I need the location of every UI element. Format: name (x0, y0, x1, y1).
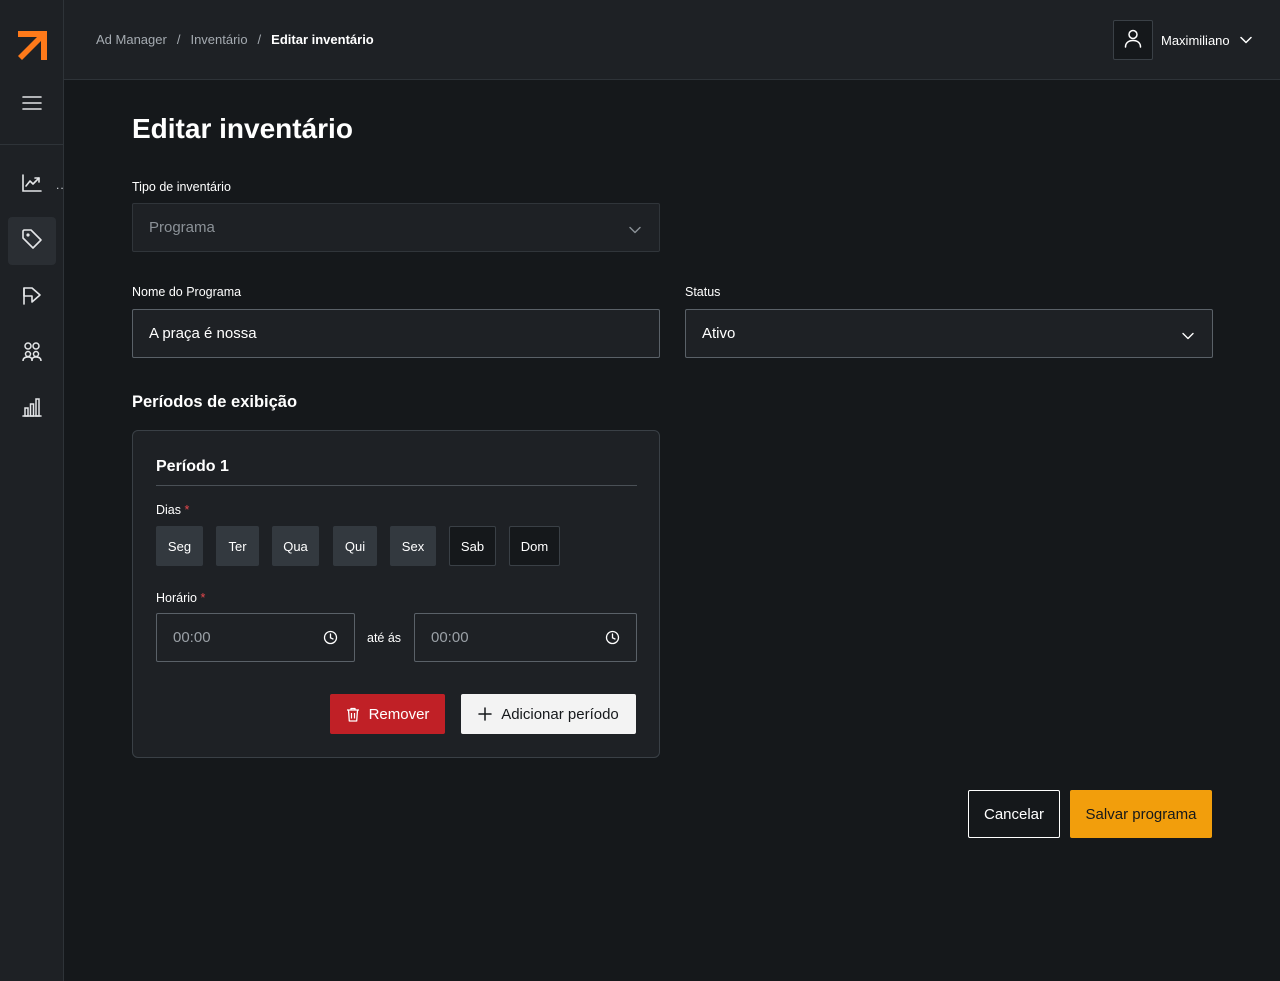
logo-arrow-icon[interactable] (14, 28, 50, 64)
dias-label-text: Dias (156, 503, 182, 517)
status-label: Status (685, 285, 721, 299)
period-divider (156, 485, 637, 486)
period-card: Período 1 Dias * Seg Ter Qua Qui Sex Sab… (132, 430, 660, 758)
dias-label: Dias * (156, 503, 189, 517)
required-marker: * (200, 591, 206, 605)
horario-label: Horário * (156, 591, 205, 605)
plus-icon (478, 707, 492, 721)
time-end-input[interactable]: 00:00 (414, 613, 637, 662)
required-marker: * (184, 503, 190, 517)
user-menu[interactable]: Maximiliano (1113, 20, 1252, 60)
sidebar-item-reports[interactable] (8, 385, 56, 433)
nome-programa-label: Nome do Programa (132, 285, 242, 299)
day-toggle-qua[interactable]: Qua (272, 526, 319, 566)
trash-icon (346, 707, 360, 722)
day-toggle-sex[interactable]: Sex (390, 526, 436, 566)
users-icon (21, 340, 43, 367)
chevron-down-icon (1239, 36, 1252, 44)
tipo-inventario-select[interactable]: Programa (132, 203, 660, 252)
sidebar-overflow-text: .. (56, 178, 65, 192)
breadcrumb-current: Editar inventário (271, 32, 374, 47)
breadcrumb-separator: / (176, 32, 181, 47)
clock-icon (605, 630, 620, 649)
tag-icon (21, 228, 43, 255)
time-start-value: 00:00 (173, 629, 211, 646)
megaphone-icon (21, 284, 43, 311)
user-name: Maximiliano (1161, 32, 1230, 48)
chevron-down-icon (629, 221, 641, 238)
sidebar-item-analytics[interactable] (8, 161, 56, 209)
day-toggle-ter[interactable]: Ter (216, 526, 259, 566)
time-start-input[interactable]: 00:00 (156, 613, 355, 662)
day-toggle-seg[interactable]: Seg (156, 526, 203, 566)
user-icon (1123, 28, 1143, 53)
add-period-label: Adicionar período (501, 705, 619, 723)
sidebar: .. (0, 0, 64, 981)
sidebar-divider (0, 144, 63, 145)
breadcrumb: Ad Manager / Inventário / Editar inventá… (96, 32, 374, 47)
day-toggle-sab[interactable]: Sab (449, 526, 496, 566)
section-title-periodos: Períodos de exibição (132, 393, 298, 411)
add-period-button[interactable]: Adicionar período (461, 694, 636, 734)
trend-chart-icon (21, 173, 43, 198)
day-toggle-dom[interactable]: Dom (509, 526, 560, 566)
nome-programa-input[interactable]: A praça é nossa (132, 309, 660, 358)
page-title: Editar inventário (132, 113, 353, 144)
remove-period-button[interactable]: Remover (330, 694, 445, 734)
avatar (1113, 20, 1153, 60)
sidebar-item-inventory[interactable] (8, 217, 56, 265)
bar-chart-icon (21, 396, 43, 423)
sidebar-item-campaigns[interactable] (8, 273, 56, 321)
time-connector: até ás (367, 631, 402, 645)
menu-button[interactable] (8, 81, 56, 129)
sidebar-item-audiences[interactable] (8, 329, 56, 377)
breadcrumb-separator: / (257, 32, 262, 47)
remove-period-label: Remover (368, 705, 430, 723)
top-bar: Ad Manager / Inventário / Editar inventá… (64, 0, 1280, 80)
time-end-value: 00:00 (431, 629, 469, 646)
nome-programa-value: A praça é nossa (149, 325, 257, 342)
horario-label-text: Horário (156, 591, 197, 605)
period-title: Período 1 (156, 458, 229, 475)
status-value: Ativo (702, 325, 736, 342)
tipo-inventario-value: Programa (149, 219, 215, 236)
save-button[interactable]: Salvar programa (1070, 790, 1212, 838)
hamburger-icon (22, 95, 42, 116)
chevron-down-icon (1182, 327, 1194, 344)
tipo-inventario-label: Tipo de inventário (132, 180, 231, 194)
day-toggle-qui[interactable]: Qui (333, 526, 377, 566)
breadcrumb-inventario[interactable]: Inventário (190, 32, 247, 47)
clock-icon (323, 630, 338, 649)
cancel-button[interactable]: Cancelar (968, 790, 1060, 838)
breadcrumb-ad-manager[interactable]: Ad Manager (96, 32, 167, 47)
status-select[interactable]: Ativo (685, 309, 1213, 358)
